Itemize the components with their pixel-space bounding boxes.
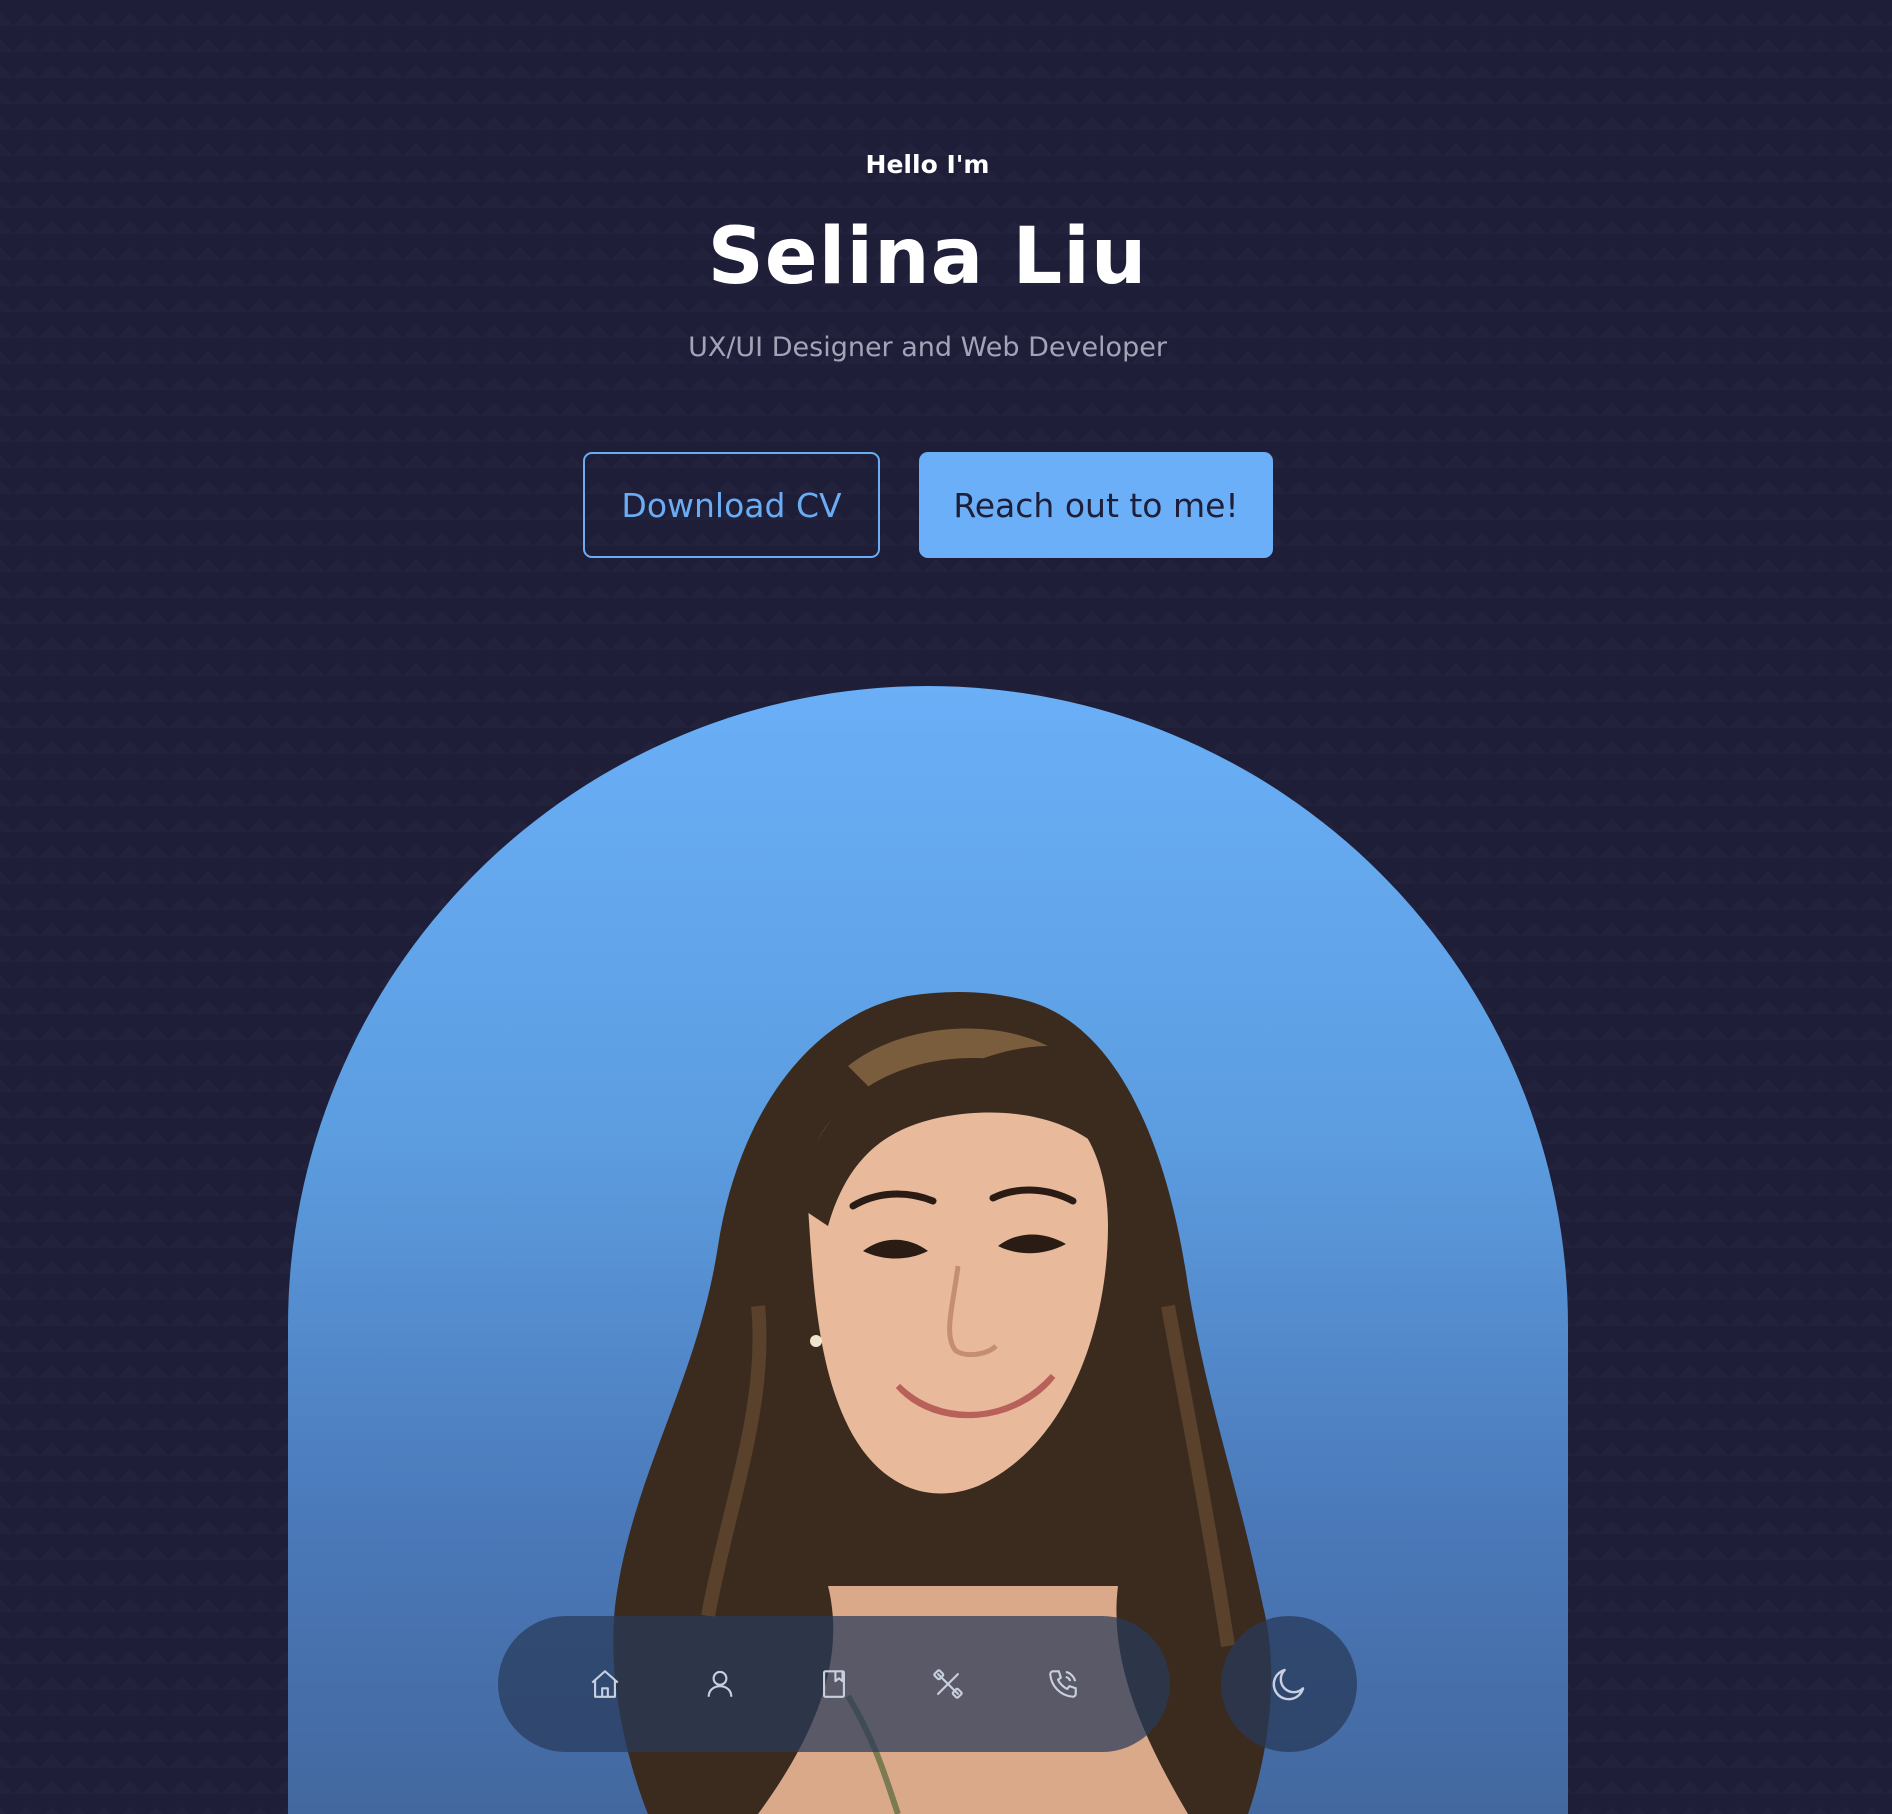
greeting-text: Hello I'm: [865, 150, 990, 179]
home-icon: [591, 1670, 619, 1698]
hero-section: Hello I'm Selina Liu UX/UI Designer and …: [0, 0, 1892, 1814]
moon-icon: [1272, 1668, 1305, 1701]
bottom-nav-dock: [498, 1616, 1170, 1752]
nav-resume[interactable]: [804, 1654, 864, 1714]
download-cv-button[interactable]: Download CV: [583, 452, 880, 558]
hero-name: Selina Liu: [707, 212, 1148, 302]
nav-home[interactable]: [575, 1654, 635, 1714]
nav-contact[interactable]: [1033, 1654, 1093, 1714]
nav-about[interactable]: [690, 1654, 750, 1714]
theme-toggle-button[interactable]: [1221, 1616, 1357, 1752]
reach-out-button[interactable]: Reach out to me!: [919, 452, 1273, 558]
user-icon: [707, 1670, 732, 1697]
tools-icon: [933, 1669, 964, 1699]
hero-role: UX/UI Designer and Web Developer: [688, 332, 1167, 363]
nav-skills[interactable]: [918, 1654, 978, 1714]
phone-icon: [1048, 1670, 1077, 1698]
book-icon: [822, 1670, 845, 1698]
